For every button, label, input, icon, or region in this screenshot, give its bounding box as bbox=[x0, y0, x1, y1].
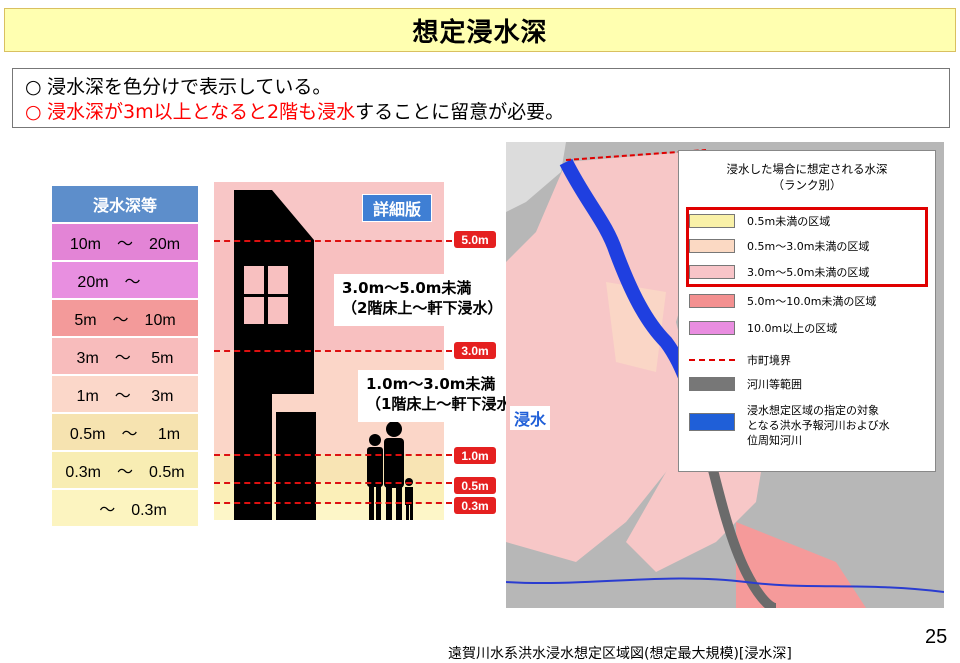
map-legend-item: 市町境界 bbox=[689, 352, 791, 368]
legend-label: 市町境界 bbox=[747, 354, 791, 367]
legend-label: 位周知河川 bbox=[747, 434, 802, 447]
bullet-2-text: することに留意が必要。 bbox=[355, 101, 565, 123]
level-tag: 0.5m bbox=[454, 477, 496, 494]
depth-row: ～ 0.3m bbox=[52, 490, 198, 526]
depth-row: 3m ～ 5m bbox=[52, 338, 198, 374]
bullet-1: ○ 浸水深を色分けで表示している。 bbox=[25, 75, 937, 100]
depth-row: 5m ～ 10m bbox=[52, 300, 198, 336]
legend-swatch bbox=[689, 294, 735, 308]
legend-swatch bbox=[689, 359, 735, 361]
map-legend-item: 10.0m以上の区域 bbox=[689, 320, 837, 336]
detail-version-badge: 詳細版 bbox=[362, 194, 432, 222]
title-bar: 想定浸水深 bbox=[4, 8, 956, 52]
depth-row: 10m ～ 20m bbox=[52, 224, 198, 260]
map-legend-item: 5.0m～10.0m未満の区域 bbox=[689, 293, 876, 309]
page-title: 想定浸水深 bbox=[412, 17, 548, 48]
level-tag: 1.0m bbox=[454, 447, 496, 464]
level-line-3m bbox=[214, 350, 452, 352]
legend-label: 浸水想定区域の指定の対象 bbox=[747, 404, 879, 417]
depth-legend-header: 浸水深等 bbox=[52, 186, 198, 222]
bullet-1-text: 浸水深を色分けで表示している。 bbox=[47, 76, 332, 98]
bullet-2-text-red: 浸水深が3m以上となると2階も浸水 bbox=[47, 101, 356, 123]
legend-label-multi: 浸水想定区域の指定の対象 となる洪水予報河川および水 位周知河川 bbox=[747, 403, 890, 448]
bullet-mark: ○ bbox=[25, 76, 42, 98]
map-legend-item: 浸水想定区域の指定の対象 となる洪水予報河川および水 位周知河川 bbox=[689, 403, 890, 448]
depth-row: 0.5m ～ 1m bbox=[52, 414, 198, 450]
depth-legend: 浸水深等 10m ～ 20m 20m ～ 5m ～ 10m 3m ～ 5m 1m… bbox=[52, 186, 198, 526]
legend-label: 0.5m～3.0m未満の区域 bbox=[747, 240, 870, 253]
map-legend-item: 0.5m未満の区域 bbox=[689, 213, 830, 229]
map-legend-title-2: （ランク別） bbox=[772, 178, 842, 192]
depth-row: 20m ～ bbox=[52, 262, 198, 298]
bullet-mark: ○ bbox=[25, 101, 42, 123]
map-partial-label: 浸水 bbox=[510, 406, 551, 430]
legend-swatch bbox=[689, 377, 735, 391]
legend-swatch bbox=[689, 413, 735, 431]
depth-row: 1m ～ 3m bbox=[52, 376, 198, 412]
legend-swatch bbox=[689, 321, 735, 335]
legend-label: 5.0m～10.0m未満の区域 bbox=[747, 295, 877, 308]
depth-row: 0.3m ～ 0.5m bbox=[52, 452, 198, 488]
page-number: 25 bbox=[925, 626, 948, 648]
level-tag: 0.3m bbox=[454, 497, 496, 514]
map-legend-title-1: 浸水した場合に想定される水深 bbox=[726, 162, 888, 176]
level-tag: 3.0m bbox=[454, 342, 496, 359]
map-legend-item: 3.0m～5.0m未満の区域 bbox=[689, 264, 869, 280]
legend-label: 河川等範囲 bbox=[747, 378, 802, 391]
map-legend-item: 河川等範囲 bbox=[689, 376, 802, 392]
level-line-1m bbox=[214, 454, 452, 456]
legend-swatch bbox=[689, 265, 735, 279]
legend-label: 3.0m～5.0m未満の区域 bbox=[747, 266, 870, 279]
legend-label: となる洪水予報河川および水 bbox=[747, 419, 890, 432]
map-legend-item: 0.5m～3.0m未満の区域 bbox=[689, 238, 869, 254]
map-caption: 遠賀川水系洪水浸水想定区域図(想定最大規模)[浸水深] bbox=[448, 646, 792, 662]
bullet-2: ○ 浸水深が3m以上となると2階も浸水することに留意が必要。 bbox=[25, 100, 937, 125]
map-legend: 浸水した場合に想定される水深 （ランク別） 0.5m未満の区域 0.5m～3.0… bbox=[678, 150, 936, 472]
legend-swatch bbox=[689, 214, 735, 228]
level-line-5m bbox=[214, 240, 452, 242]
summary-box: ○ 浸水深を色分けで表示している。 ○ 浸水深が3m以上となると2階も浸水することに… bbox=[12, 68, 950, 128]
level-tag: 5.0m bbox=[454, 231, 496, 248]
level-line-03m bbox=[214, 502, 452, 504]
legend-label: 0.5m未満の区域 bbox=[747, 215, 831, 228]
legend-label: 10.0m以上の区域 bbox=[747, 322, 838, 335]
legend-swatch bbox=[689, 239, 735, 253]
level-line-05m bbox=[214, 482, 452, 484]
